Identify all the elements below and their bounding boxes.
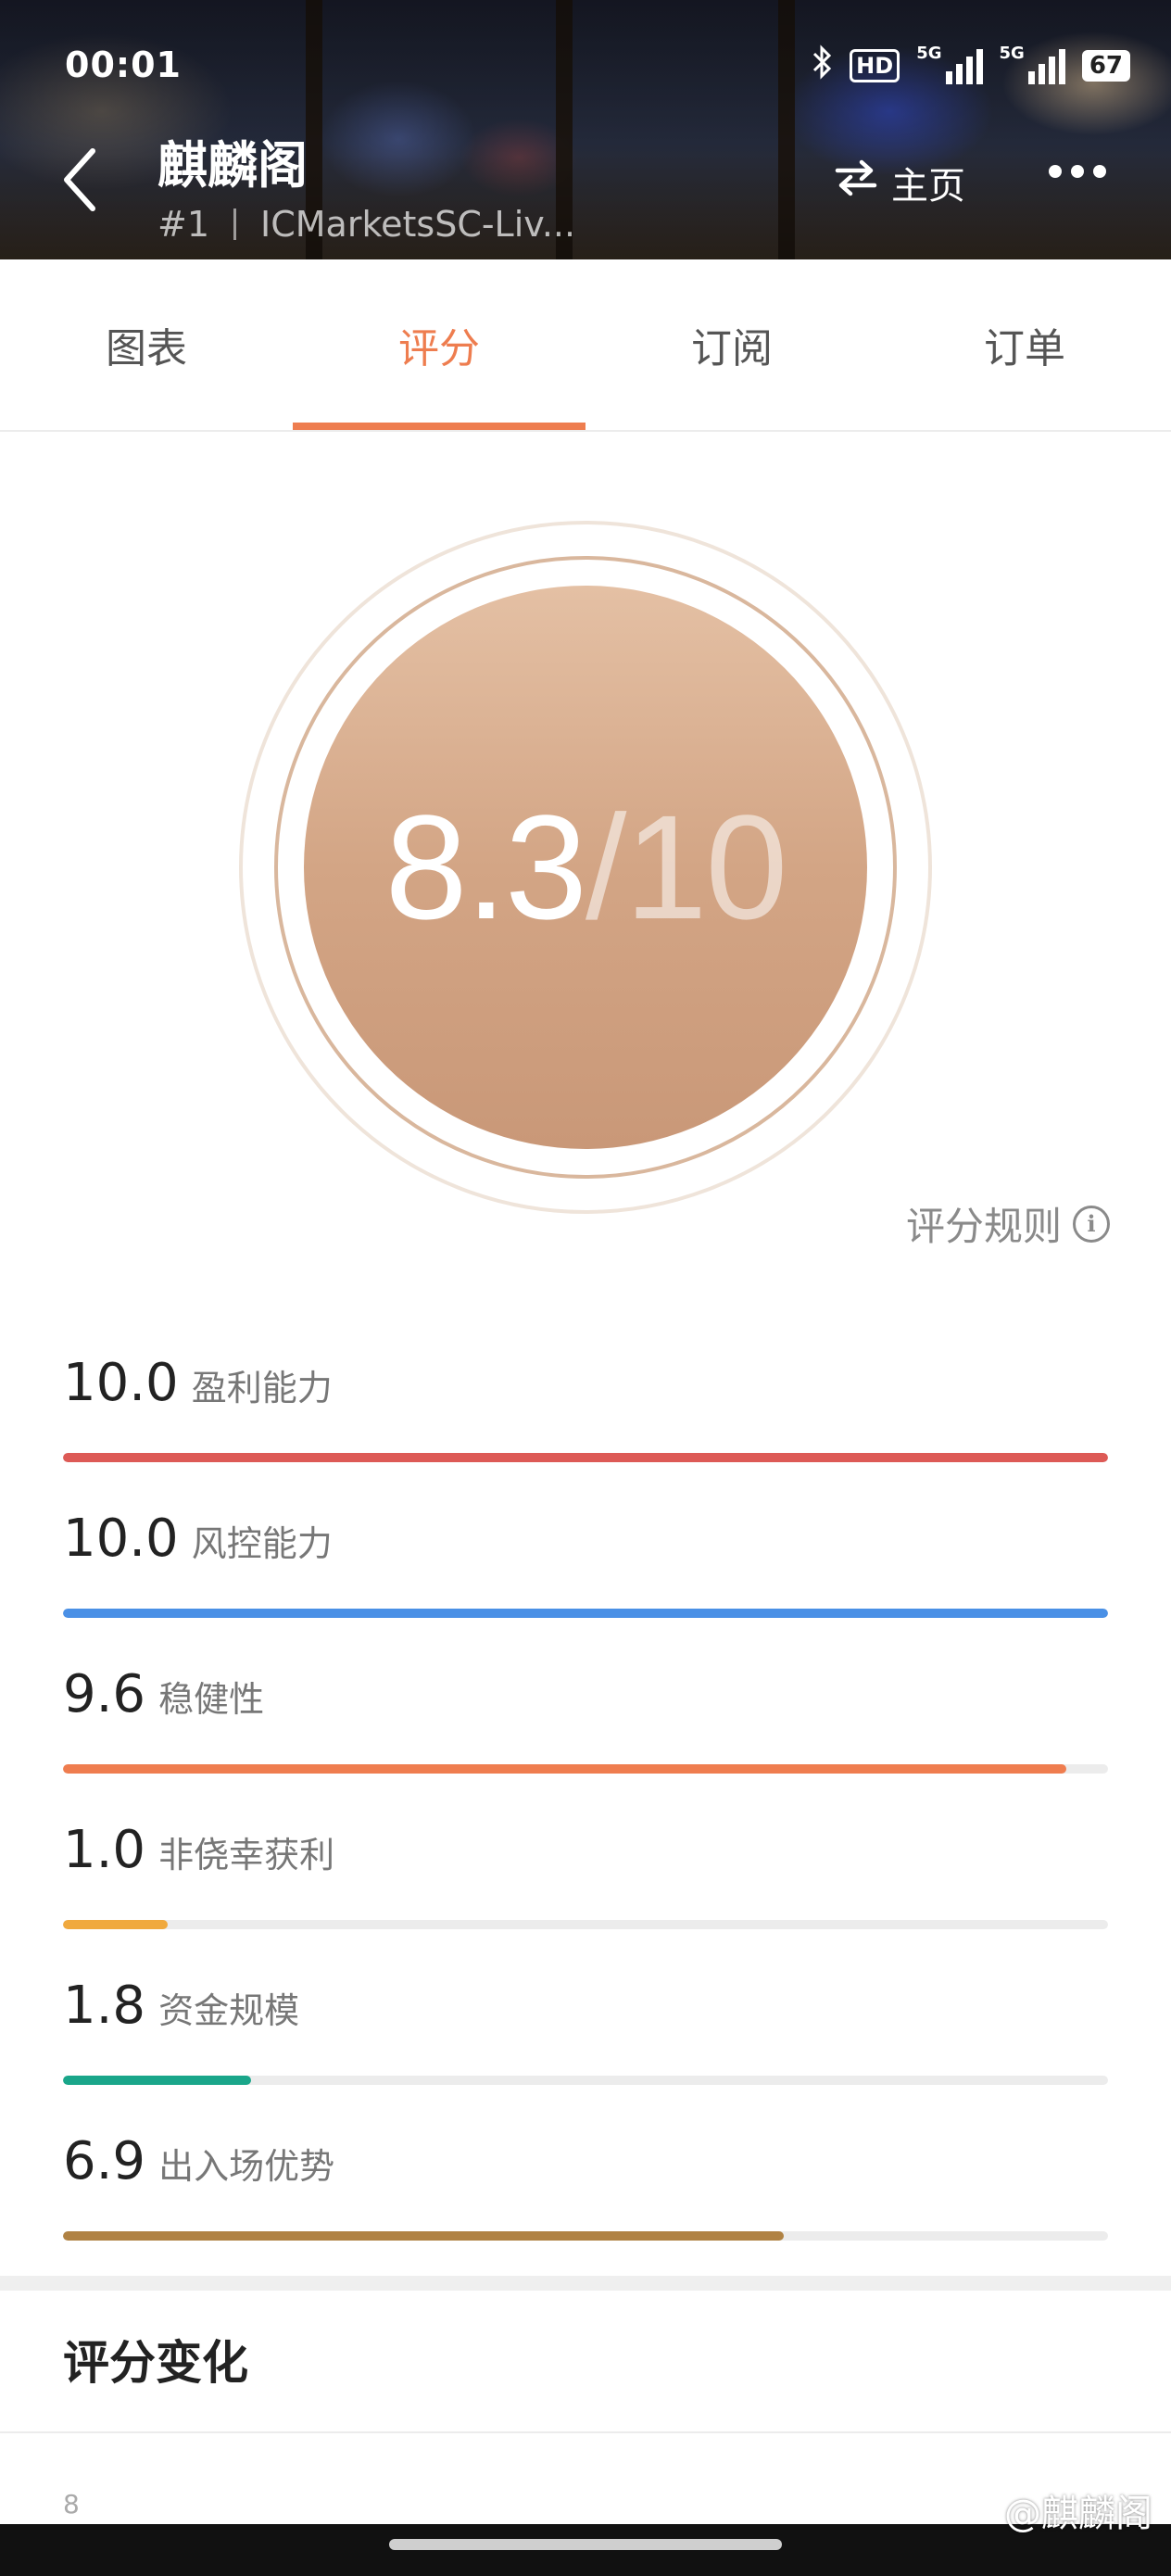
home-label: 主页 [891, 165, 965, 208]
account-name: ICMarketsSC-Liv... [260, 204, 576, 245]
tab-subscribe[interactable]: 订阅 [586, 259, 878, 430]
watermark-logo-icon [967, 2489, 999, 2532]
more-button[interactable] [1049, 165, 1106, 178]
metric-value: 1.0 [63, 1820, 146, 1880]
metric-bar-track [63, 1920, 1108, 1929]
metric-row: 6.9 出入场优势 [63, 2131, 1108, 2252]
overall-score-badge: 8.3/10 [239, 521, 932, 1214]
bluetooth-icon [812, 44, 833, 87]
account-line: #1 ICMarketsSC-Liv... [157, 204, 575, 245]
back-button[interactable] [52, 145, 107, 219]
metric-bar-fill [63, 1920, 168, 1929]
score-denominator: /10 [586, 784, 787, 950]
metric-bar-track [63, 2076, 1108, 2085]
metric-bar-track [63, 2231, 1108, 2241]
tab-chart[interactable]: 图表 [0, 259, 293, 430]
separator [233, 208, 237, 240]
metric-label: 稳健性 [158, 1679, 265, 1720]
metric-label: 出入场优势 [158, 2146, 335, 2187]
metric-label: 盈利能力 [191, 1368, 333, 1408]
metric-bar-fill [63, 1453, 1108, 1462]
tab-score[interactable]: 评分 [293, 259, 586, 430]
metric-bar-fill [63, 2076, 252, 2085]
chart-axis-tick: 8 [63, 2489, 80, 2519]
network-label: 5G [916, 43, 942, 63]
score-change-title: 评分变化 [63, 2336, 248, 2390]
metric-bar-track [63, 1609, 1108, 1618]
signal-icon [945, 47, 983, 84]
score-value: 8.3 [384, 784, 587, 950]
metric-value: 10.0 [63, 1509, 179, 1569]
more-dots-icon [1049, 165, 1106, 178]
metric-bar-fill [63, 1764, 1066, 1774]
section-line [0, 2431, 1171, 2433]
metric-value: 10.0 [63, 1353, 179, 1413]
battery-indicator: 67 [1081, 50, 1130, 82]
status-time: 00:01 [65, 44, 182, 85]
score-rules-label: 评分规则 [905, 1204, 1062, 1249]
metric-label: 非侥幸获利 [158, 1835, 335, 1875]
signal-icon [1027, 47, 1065, 84]
score-disc: 8.3/10 [304, 586, 867, 1149]
metric-row: 1.0 非侥幸获利 [63, 1820, 1108, 1940]
home-button[interactable]: 主页 [834, 156, 965, 209]
metric-value: 6.9 [63, 2131, 146, 2191]
metric-label: 风控能力 [191, 1523, 333, 1564]
metric-row: 1.8 资金规模 [63, 1976, 1108, 2096]
metric-row: 10.0 盈利能力 [63, 1353, 1108, 1473]
status-icons: HD 5G 5G 67 [812, 44, 1130, 87]
watermark: @麒麟阁 [967, 2483, 1152, 2537]
metric-value: 9.6 [63, 1664, 146, 1724]
page-title: 麒麟阁 [157, 136, 308, 195]
back-chevron-icon [61, 147, 98, 216]
metric-bar-fill [63, 2231, 785, 2241]
metric-bar-track [63, 1453, 1108, 1462]
swap-arrows-icon [834, 159, 878, 206]
metric-row: 10.0 风控能力 [63, 1509, 1108, 1629]
info-icon: i [1073, 1205, 1110, 1243]
watermark-text: @麒麟阁 [1004, 2493, 1152, 2535]
metric-row: 9.6 稳健性 [63, 1664, 1108, 1785]
metric-bar-track [63, 1764, 1108, 1774]
hd-badge: HD [850, 49, 900, 82]
score-text: 8.3/10 [384, 782, 788, 953]
metric-label: 资金规模 [158, 1990, 300, 2031]
section-divider [0, 2276, 1171, 2291]
tab-bar: 图表 评分 订阅 订单 [0, 259, 1171, 432]
home-indicator[interactable] [389, 2539, 782, 2550]
metric-value: 1.8 [63, 1976, 146, 2036]
network-label: 5G [999, 43, 1025, 63]
metric-bar-fill [63, 1609, 1108, 1618]
tab-orders[interactable]: 订单 [878, 259, 1171, 430]
rank-label: #1 [157, 204, 210, 245]
score-rules-link[interactable]: 评分规则 i [906, 1195, 1110, 1252]
